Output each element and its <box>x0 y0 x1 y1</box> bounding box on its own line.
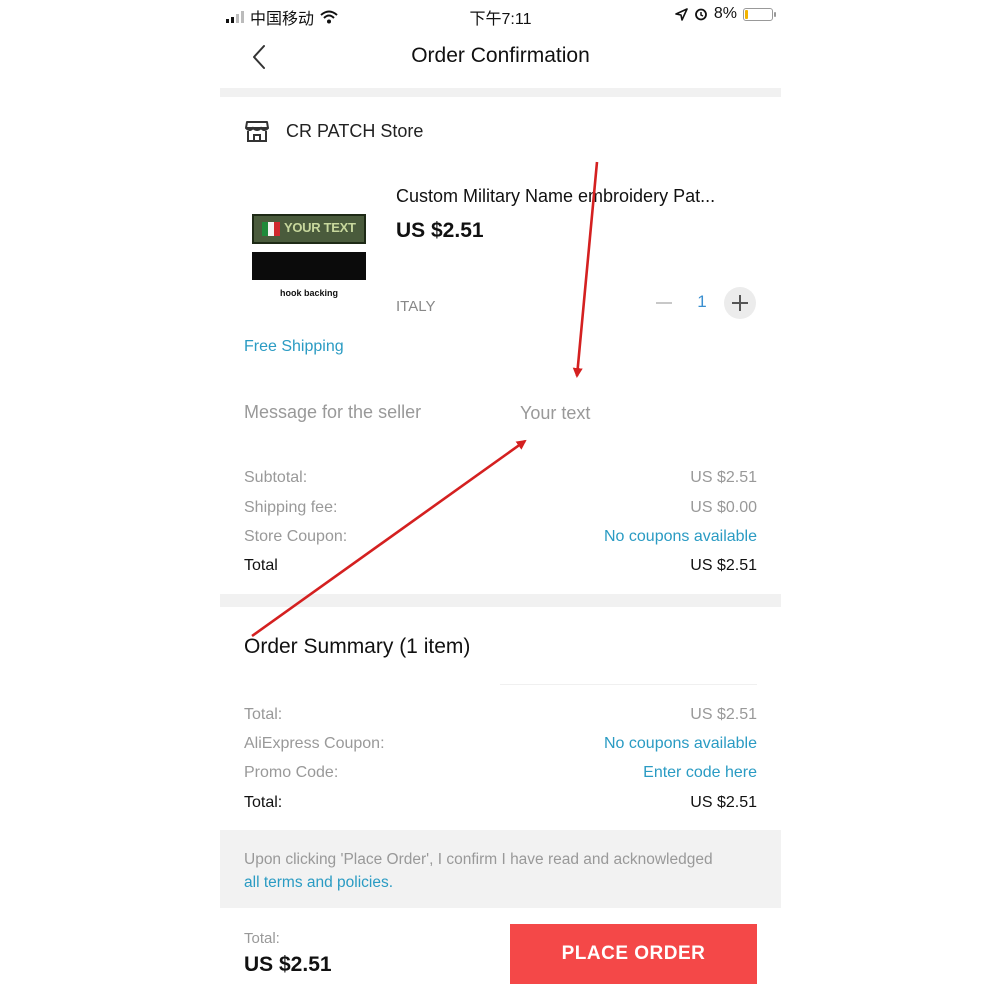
patch-text: YOUR TEXT <box>284 220 356 235</box>
status-bar: 中国移动 下午7:11 8% <box>220 0 781 28</box>
quantity-value: 1 <box>697 292 707 311</box>
promo-code-link[interactable]: Enter code here <box>643 764 757 782</box>
aliexpress-coupon-label: AliExpress Coupon: <box>244 735 385 752</box>
quantity-decrease-button[interactable] <box>648 287 680 319</box>
divider <box>220 594 781 607</box>
page-title: Order Confirmation <box>411 44 590 67</box>
subtotal-value: US $2.51 <box>690 469 757 486</box>
message-input[interactable] <box>520 400 760 426</box>
battery-percent: 8% <box>713 5 737 22</box>
order-summary-title: Order Summary (1 item) <box>244 635 471 658</box>
location-icon <box>675 7 688 21</box>
footer-total-label: Total: <box>244 930 280 947</box>
shipping-method[interactable]: Free Shipping <box>244 338 344 356</box>
nav-header: Order Confirmation <box>220 28 781 88</box>
shipping-fee-value: US $0.00 <box>690 499 757 516</box>
hook-patch-graphic <box>252 252 366 280</box>
alarm-icon <box>694 8 707 21</box>
footer-total-value: US $2.51 <box>244 953 332 976</box>
phone-screen: 中国移动 下午7:11 8% Order Confirmation CR PAT… <box>220 0 781 1000</box>
terms-notice: Upon clicking 'Place Order', I confirm I… <box>220 830 781 908</box>
store-total-label: Total <box>244 557 278 574</box>
image-caption: hook backing <box>279 288 338 298</box>
summary-total-value: US $2.51 <box>690 706 757 723</box>
quantity-stepper: 1 <box>648 287 756 319</box>
aliexpress-coupon-link[interactable]: No coupons available <box>604 735 757 753</box>
quantity-increase-button[interactable] <box>724 287 756 319</box>
product-price: US $2.51 <box>396 219 484 242</box>
subtotal-label: Subtotal: <box>244 469 308 486</box>
product-image[interactable]: YOUR TEXT hook backing <box>252 210 366 302</box>
store-total-value: US $2.51 <box>690 557 757 574</box>
divider <box>500 684 757 685</box>
grand-total-value: US $2.51 <box>690 794 757 811</box>
store-header[interactable]: CR PATCH Store <box>244 118 423 144</box>
message-label: Message for the seller <box>244 402 422 422</box>
italy-flag-icon <box>262 222 280 236</box>
store-coupon-link[interactable]: No coupons available <box>604 528 757 546</box>
divider <box>220 88 781 97</box>
store-name: CR PATCH Store <box>286 120 424 141</box>
product-variant: ITALY <box>396 298 436 315</box>
battery-icon <box>743 7 776 21</box>
place-order-button[interactable]: PLACE ORDER <box>510 924 757 984</box>
product-name[interactable]: Custom Military Name embroidery Pat... <box>396 186 766 207</box>
store-coupon-label: Store Coupon: <box>244 528 348 545</box>
name-patch-graphic: YOUR TEXT <box>252 214 366 244</box>
terms-link[interactable]: all terms and policies. <box>244 874 393 891</box>
terms-text: Upon clicking 'Place Order', I confirm I… <box>244 851 713 868</box>
grand-total-label: Total: <box>244 794 283 811</box>
promo-code-label: Promo Code: <box>244 764 339 781</box>
store-icon <box>245 121 269 142</box>
shipping-fee-label: Shipping fee: <box>244 499 338 516</box>
summary-total-label: Total: <box>244 706 283 723</box>
